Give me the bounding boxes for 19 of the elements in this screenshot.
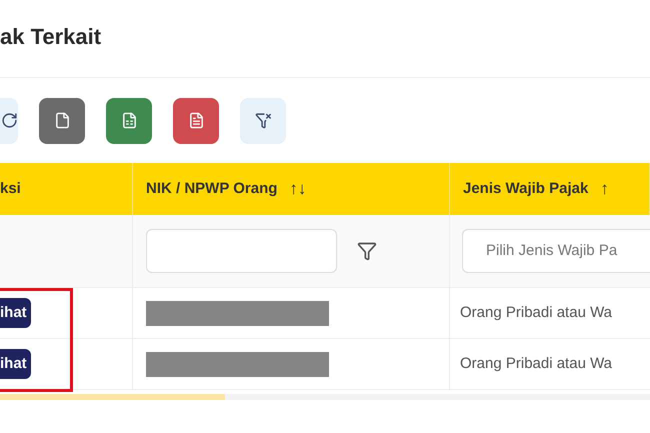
view-button[interactable]: ihat — [0, 298, 31, 328]
table-cell-text: Orang Pribadi atau Wa — [460, 302, 612, 323]
toolbar-button[interactable] — [0, 98, 18, 144]
file-icon — [54, 112, 70, 129]
filter-off-icon — [254, 112, 272, 129]
toolbar-button[interactable] — [39, 98, 85, 144]
document-file-icon — [188, 112, 204, 129]
filter-icon[interactable] — [357, 241, 377, 261]
spreadsheet-file-icon — [120, 112, 138, 129]
refresh-icon — [0, 112, 18, 129]
toolbar-button[interactable] — [240, 98, 286, 144]
scrollbar-thumb[interactable] — [0, 394, 225, 400]
toolbar-button[interactable] — [106, 98, 152, 144]
toolbar-button[interactable] — [173, 98, 219, 144]
table-cell-text: Orang Pribadi atau Wa — [460, 354, 612, 374]
page-title: ak Terkait — [0, 23, 102, 51]
view-button[interactable]: ihat — [0, 349, 31, 379]
select-field[interactable]: Pilih Jenis Wajib Pa — [462, 229, 650, 273]
input-field[interactable] — [146, 229, 337, 273]
